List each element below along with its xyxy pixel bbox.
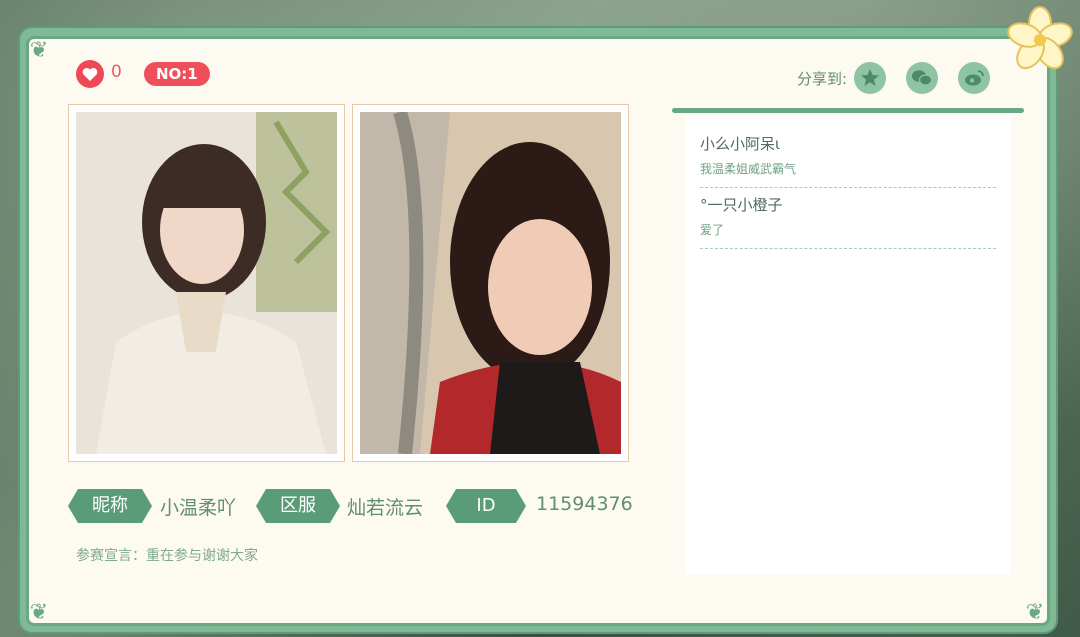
wechat-icon — [912, 70, 933, 86]
weibo-icon — [965, 70, 984, 86]
contestant-photo-1[interactable] — [68, 104, 345, 462]
selfie-photo-2 — [360, 112, 621, 454]
server-value: 灿若流云 — [347, 497, 424, 519]
declaration-text: 参赛宣言：重在参与谢谢大家 — [76, 548, 258, 564]
corner-leaf-icon: ❦ — [1025, 600, 1045, 625]
comment-text: 爱了 — [700, 223, 725, 237]
share-wechat-button[interactable] — [906, 62, 938, 94]
server-tag: 区服 — [256, 489, 340, 523]
rank-badge: NO:1 — [144, 62, 210, 86]
comment-author: 小么小阿呆ι — [700, 135, 781, 153]
like-count: 0 — [111, 62, 122, 82]
id-value: 11594376 — [536, 493, 633, 515]
nickname-tag: 昵称 — [68, 489, 152, 523]
flower-decoration-icon — [1007, 6, 1073, 70]
comment-item: °一只小橙子 爱了 — [700, 194, 996, 249]
heart-icon — [82, 67, 98, 81]
contestant-photo-2[interactable] — [352, 104, 629, 462]
corner-leaf-icon: ❦ — [29, 38, 49, 63]
comment-item: 小么小阿呆ι 我温柔姐威武霸气 — [700, 133, 996, 188]
share-label: 分享到: — [797, 70, 848, 88]
comment-panel[interactable]: 小么小阿呆ι 我温柔姐威武霸气 °一只小橙子 爱了 — [685, 115, 1011, 575]
id-tag: ID — [446, 489, 526, 523]
qzone-icon — [861, 69, 879, 86]
corner-leaf-icon: ❦ — [29, 600, 49, 625]
nickname-value: 小温柔吖 — [160, 497, 237, 519]
selfie-photo-1 — [76, 112, 337, 454]
comment-panel-header-bar — [672, 108, 1024, 113]
like-heart-button[interactable] — [76, 60, 104, 88]
share-qzone-button[interactable] — [854, 62, 886, 94]
comment-author: °一只小橙子 — [700, 196, 783, 214]
share-weibo-button[interactable] — [958, 62, 990, 94]
comment-text: 我温柔姐威武霸气 — [700, 162, 797, 176]
